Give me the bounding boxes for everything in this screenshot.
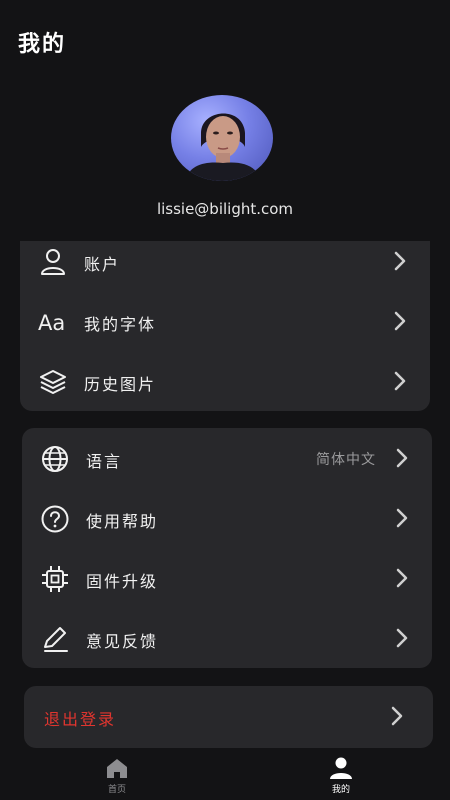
user-icon (41, 249, 65, 275)
menu-item-label: 账户 (84, 255, 121, 274)
tab-mine[interactable]: 我的 (301, 756, 381, 798)
menu-item-label: 意见反馈 (86, 632, 159, 651)
chevron-right-icon (396, 448, 408, 468)
logout-button[interactable]: 退出登录 (24, 686, 433, 748)
chevron-right-icon (396, 628, 408, 648)
menu-item-label: 固件升级 (86, 572, 159, 591)
avatar[interactable] (171, 95, 273, 181)
tab-home[interactable]: 首页 (77, 756, 157, 798)
menu-item-my-fonts[interactable]: Aa 我的字体 (20, 293, 430, 353)
user-icon (330, 757, 352, 779)
menu-item-label: 历史图片 (84, 375, 157, 394)
menu-item-language[interactable]: 语言 简体中文 (22, 430, 432, 490)
font-icon: Aa (38, 311, 65, 335)
chevron-right-icon (396, 508, 408, 528)
menu-item-help[interactable]: 使用帮助 (22, 490, 432, 550)
chevron-right-icon (394, 371, 406, 391)
page-title: 我的 (18, 31, 67, 57)
help-icon (41, 505, 69, 533)
menu-item-label: 我的字体 (84, 315, 157, 334)
tab-mine-label: 我的 (331, 785, 350, 795)
avatar-photo (185, 113, 261, 181)
menu-item-firmware-upgrade[interactable]: 固件升级 (22, 550, 432, 610)
pen-icon (44, 627, 68, 652)
svg-text:Aa: Aa (38, 311, 65, 335)
chevron-right-icon (396, 568, 408, 588)
layers-icon (40, 370, 66, 394)
menu-item-label: 语言 (86, 452, 123, 471)
tab-home-label: 首页 (107, 785, 126, 795)
chevron-right-icon (394, 311, 406, 331)
chip-icon (42, 566, 68, 592)
menu-item-label: 使用帮助 (86, 512, 159, 531)
globe-icon (42, 446, 68, 472)
home-icon (107, 759, 127, 778)
menu-item-account[interactable]: 账户 (20, 233, 430, 293)
menu-item-history-images[interactable]: 历史图片 (20, 353, 430, 413)
menu-item-feedback[interactable]: 意见反馈 (22, 610, 432, 670)
bottom-tab-bar: 首页 我的 (0, 752, 450, 800)
account-settings-card: 账户 Aa 我的字体 历史图片 (20, 241, 430, 411)
user-email: lissie@bilight.com (156, 200, 294, 218)
language-value: 简体中文 (316, 452, 376, 468)
general-settings-card: 语言 简体中文 使用帮助 固件升级 意见反馈 (22, 428, 432, 668)
chevron-right-icon (394, 251, 406, 271)
logout-label: 退出登录 (44, 710, 117, 729)
chevron-right-icon (391, 706, 403, 726)
